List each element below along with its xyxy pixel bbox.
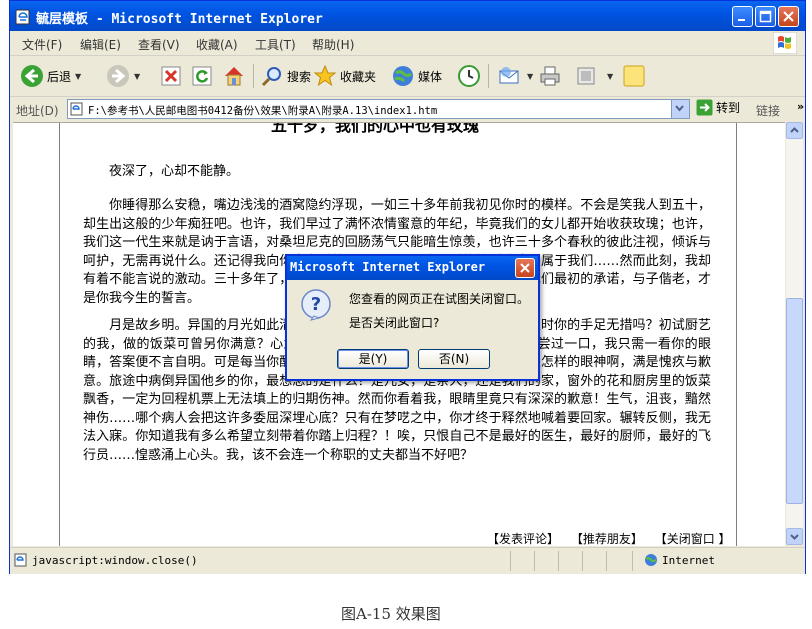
dialog-close-button[interactable] bbox=[515, 258, 535, 278]
close-icon bbox=[520, 263, 530, 273]
status-divider bbox=[534, 551, 535, 571]
forward-button[interactable]: ▼ bbox=[106, 63, 140, 89]
links-toolbar[interactable]: 链接 bbox=[756, 102, 780, 119]
home-button[interactable] bbox=[222, 63, 246, 89]
chevron-down-icon: ▼ bbox=[527, 71, 534, 81]
dialog-message: 您查看的网页正在试图关闭窗口。 bbox=[349, 292, 530, 306]
confirm-close-dialog: Microsoft Internet Explorer ? 您查看的网页正在试图… bbox=[285, 254, 540, 381]
chevron-down-icon: ▼ bbox=[134, 71, 141, 81]
ie-page-icon bbox=[15, 9, 30, 25]
post-comment-link[interactable]: 【发表评论】 bbox=[487, 532, 559, 546]
status-divider bbox=[510, 551, 511, 571]
dialog-title: Microsoft Internet Explorer bbox=[290, 260, 486, 274]
figure-caption: 图A-15 效果图 bbox=[341, 605, 441, 623]
vertical-scrollbar[interactable] bbox=[786, 122, 803, 545]
chevron-down-icon: ▼ bbox=[607, 71, 614, 81]
chevron-right-icon[interactable]: » bbox=[797, 100, 804, 113]
menu-file[interactable]: 文件(F) bbox=[22, 36, 62, 53]
security-zone: Internet bbox=[644, 553, 715, 567]
go-arrow-icon bbox=[696, 99, 713, 116]
question-icon: ? bbox=[301, 289, 331, 321]
article-heading: 五十岁，我们的心中也有玫瑰 bbox=[271, 122, 480, 135]
standard-toolbar: 后退 ▼ ▼ 搜索 收藏夹 媒体 ▼ ▼ bbox=[10, 56, 805, 97]
maximize-icon bbox=[759, 10, 772, 23]
toolbar-separator bbox=[253, 64, 254, 88]
maximize-button[interactable] bbox=[755, 6, 776, 27]
no-button[interactable]: 否(N) bbox=[418, 349, 490, 369]
scroll-down-button[interactable] bbox=[786, 528, 803, 545]
search-button[interactable]: 搜索 bbox=[260, 63, 311, 89]
favorites-button[interactable]: 收藏夹 bbox=[313, 63, 376, 89]
menu-edit[interactable]: 编辑(E) bbox=[80, 36, 121, 53]
status-divider bbox=[632, 551, 633, 571]
dialog-question: 是否关闭此窗口? bbox=[349, 316, 440, 330]
page-border-left bbox=[59, 123, 60, 546]
home-icon bbox=[225, 67, 243, 86]
mail-icon bbox=[499, 67, 519, 84]
status-bar: javascript:window.close() Internet bbox=[10, 547, 805, 574]
minimize-button[interactable] bbox=[732, 6, 753, 27]
edit-page-icon bbox=[577, 67, 595, 85]
windows-logo-icon bbox=[773, 32, 797, 54]
address-label: 地址(D) bbox=[16, 104, 59, 118]
address-bar: 地址(D) F:\参考书\人民邮电图书0412备份\效果\附录A\附录A.13\… bbox=[10, 97, 805, 121]
toolbar-separator bbox=[488, 64, 489, 88]
messenger-button[interactable] bbox=[622, 63, 646, 89]
menu-bar: 文件(F) 编辑(E) 查看(V) 收藏(A) 工具(T) 帮助(H) bbox=[10, 31, 805, 56]
address-dropdown-button[interactable] bbox=[671, 100, 689, 118]
globe-icon bbox=[645, 554, 657, 566]
stop-button[interactable] bbox=[160, 63, 182, 89]
printer-icon bbox=[540, 66, 560, 86]
paragraph-1: 夜深了，心却不能静。 bbox=[109, 164, 240, 179]
status-divider bbox=[558, 551, 559, 571]
address-url: F:\参考书\人民邮电图书0412备份\效果\附录A\附录A.13\index1… bbox=[88, 105, 438, 117]
scroll-thumb[interactable] bbox=[786, 298, 803, 504]
chevron-down-icon bbox=[790, 534, 799, 540]
status-text: javascript:window.close() bbox=[32, 554, 198, 567]
history-button[interactable] bbox=[457, 63, 481, 89]
title-bar[interactable]: 毓层模板 - Microsoft Internet Explorer bbox=[10, 1, 805, 31]
menu-tools[interactable]: 工具(T) bbox=[255, 36, 296, 53]
refresh-button[interactable] bbox=[191, 63, 213, 89]
page-border-right bbox=[736, 123, 737, 546]
note-icon bbox=[623, 65, 645, 87]
menu-favorites[interactable]: 收藏(A) bbox=[196, 36, 238, 53]
chevron-up-icon bbox=[790, 127, 799, 133]
page-icon bbox=[70, 102, 83, 116]
svg-text:?: ? bbox=[311, 294, 321, 315]
go-button[interactable]: 转到 bbox=[696, 99, 740, 116]
close-button[interactable] bbox=[778, 6, 799, 27]
print-button[interactable] bbox=[538, 63, 562, 89]
stop-icon bbox=[161, 66, 181, 86]
search-icon bbox=[261, 67, 281, 87]
history-clock-icon bbox=[458, 65, 480, 87]
yes-button[interactable]: 是(Y) bbox=[337, 349, 409, 369]
back-arrow-icon bbox=[21, 65, 43, 87]
status-divider bbox=[582, 551, 583, 571]
window-title: 毓层模板 - Microsoft Internet Explorer bbox=[36, 12, 323, 27]
chevron-down-icon bbox=[675, 105, 684, 112]
close-icon bbox=[783, 11, 794, 22]
address-input[interactable]: F:\参考书\人民邮电图书0412备份\效果\附录A\附录A.13\index1… bbox=[67, 99, 690, 119]
minimize-icon bbox=[738, 19, 745, 21]
dialog-title-bar[interactable]: Microsoft Internet Explorer bbox=[287, 256, 538, 280]
media-button[interactable]: 媒体 bbox=[391, 63, 442, 89]
refresh-icon bbox=[192, 66, 212, 86]
chevron-down-icon: ▼ bbox=[75, 71, 82, 81]
footer-links: 【发表评论】 【推荐朋友】 【关闭窗口 】 bbox=[487, 530, 739, 546]
star-icon bbox=[313, 64, 337, 87]
status-divider bbox=[606, 551, 607, 571]
media-globe-icon bbox=[393, 66, 413, 86]
close-window-link[interactable]: 【关闭窗口 】 bbox=[655, 532, 731, 546]
menu-view[interactable]: 查看(V) bbox=[138, 36, 180, 53]
recommend-friend-link[interactable]: 【推荐朋友】 bbox=[571, 532, 643, 546]
scroll-up-button[interactable] bbox=[786, 122, 803, 139]
mail-button[interactable]: ▼ bbox=[497, 63, 533, 89]
back-button[interactable]: 后退 ▼ bbox=[20, 63, 81, 89]
page-icon bbox=[14, 553, 27, 567]
menu-help[interactable]: 帮助(H) bbox=[312, 36, 354, 53]
edit-button[interactable]: ▼ bbox=[575, 63, 613, 89]
forward-arrow-icon bbox=[107, 65, 129, 87]
